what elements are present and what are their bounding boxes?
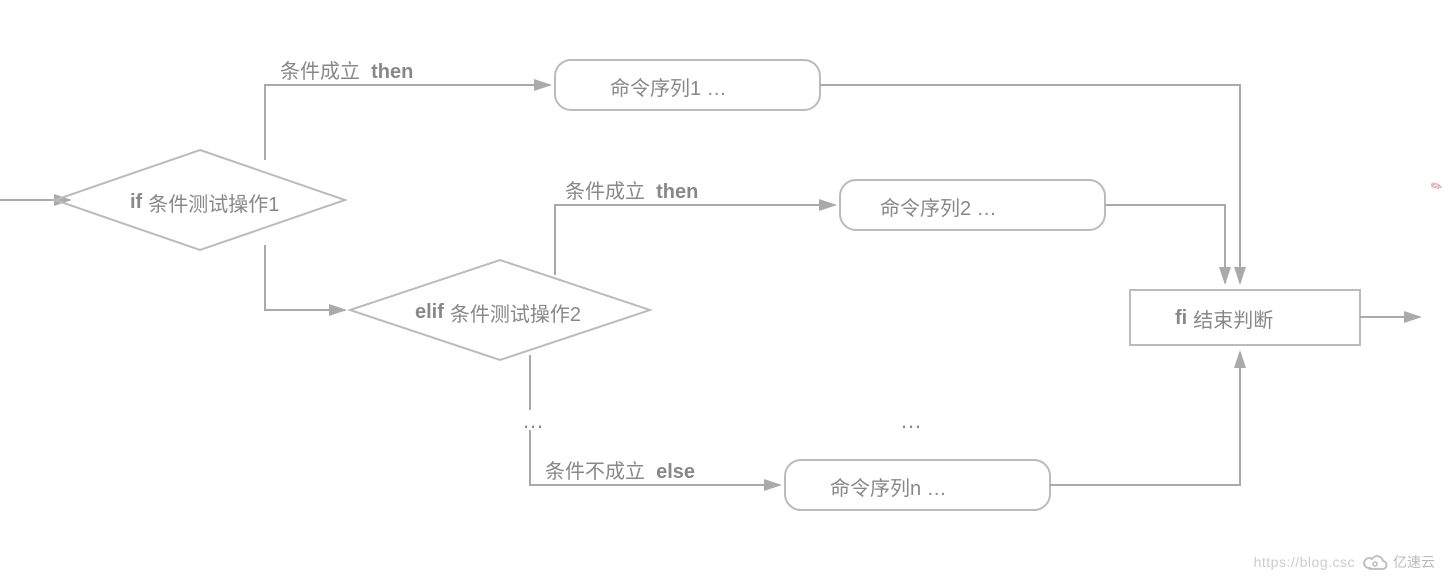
edge-if-to-elif <box>265 245 345 310</box>
else-false-text: 条件不成立 <box>545 461 645 483</box>
watermark-text: https://blog.csc <box>1254 554 1355 570</box>
if-decision-text: if 条件测试操作1 <box>130 188 279 217</box>
keyword-else: else <box>656 461 695 483</box>
edge-cmdn-to-fi <box>1050 352 1240 485</box>
edge-elif-to-cmd2 <box>555 205 835 275</box>
cmd2-text: 命令序列2 … <box>880 192 997 221</box>
keyword-then-1: then <box>371 61 413 83</box>
logo-text: 亿速云 <box>1393 552 1435 572</box>
elif-decision-text: elif 条件测试操作2 <box>415 298 581 327</box>
edge-label-if-then: 条件成立 then <box>280 55 413 84</box>
edge-label-elif-then: 条件成立 then <box>565 175 698 204</box>
elif-condition-text: 条件测试操作2 <box>450 298 581 327</box>
edge-cmd2-to-fi <box>1105 205 1225 283</box>
keyword-if: if <box>130 191 142 214</box>
elif-true-text: 条件成立 <box>565 181 645 203</box>
if-true-text: 条件成立 <box>280 61 360 83</box>
ellipsis-cmd: … <box>900 408 922 434</box>
cmd1-text: 命令序列1 … <box>610 72 727 101</box>
ellipsis-branch: … <box>522 408 544 434</box>
edge-if-to-cmd1 <box>265 85 550 160</box>
cmdn-text: 命令序列n … <box>830 472 947 501</box>
fi-end-text: 结束判断 <box>1193 304 1273 333</box>
keyword-then-2: then <box>656 181 698 203</box>
fi-text: fi 结束判断 <box>1175 304 1273 333</box>
edge-cmd1-to-fi <box>820 85 1240 283</box>
cloud-icon <box>1363 552 1389 572</box>
keyword-fi: fi <box>1175 307 1187 330</box>
logo: 亿速云 <box>1363 552 1435 572</box>
keyword-elif: elif <box>415 301 444 324</box>
edge-label-else: 条件不成立 else <box>545 455 695 484</box>
if-condition-text: 条件测试操作1 <box>148 188 279 217</box>
